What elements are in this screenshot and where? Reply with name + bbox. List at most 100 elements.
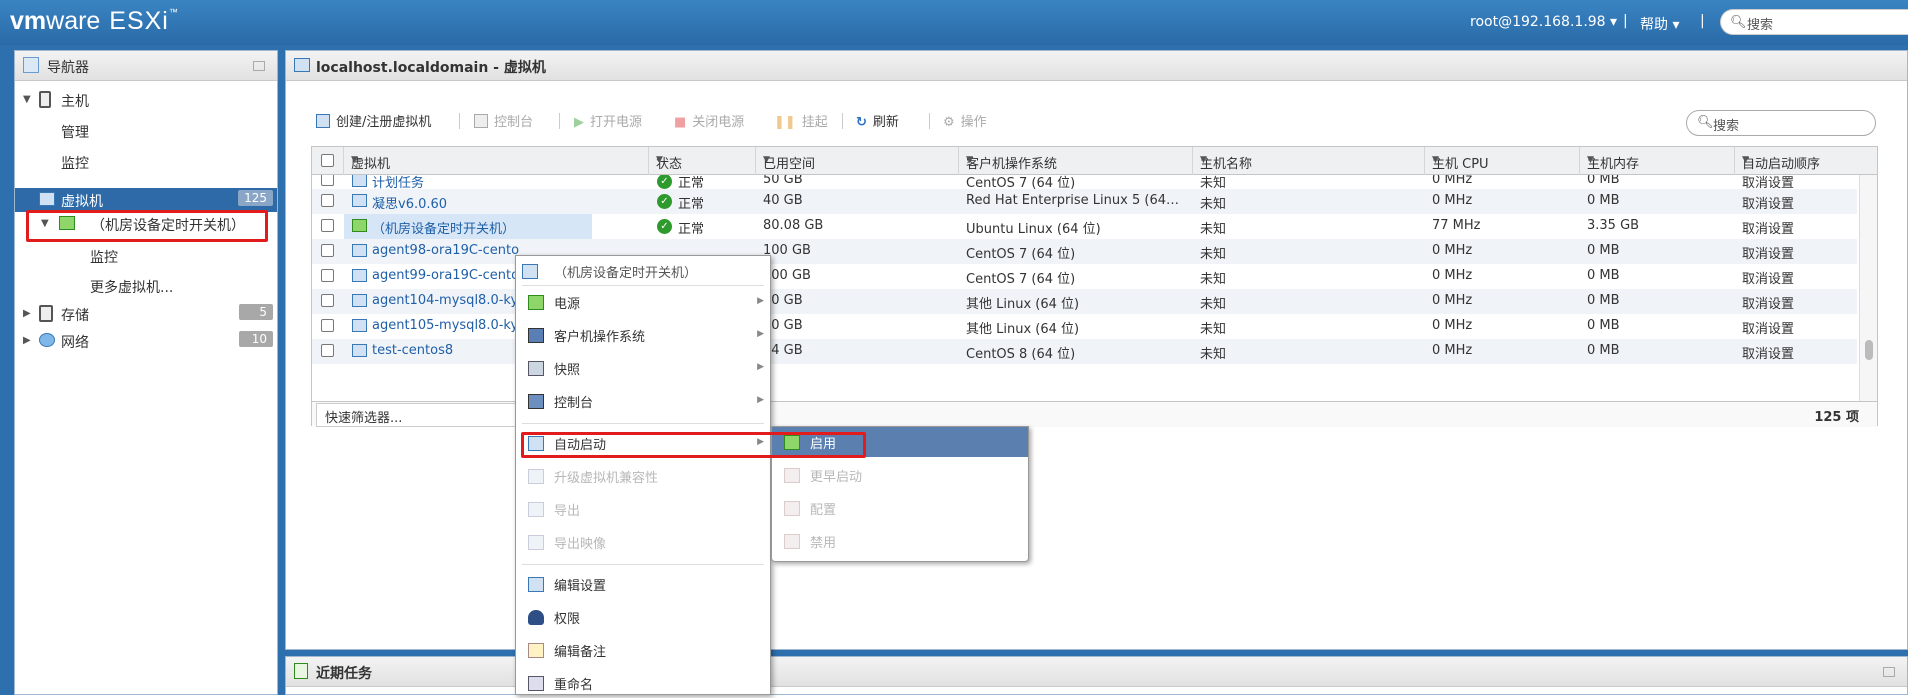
tasks-icon [294, 663, 308, 679]
rename-icon [528, 676, 544, 691]
vm-icon [352, 294, 367, 307]
nav-item-network[interactable]: ▶ 网络 10 [15, 329, 277, 353]
nav-item-host[interactable]: ▼ 主机 [15, 88, 277, 112]
vm-icon [352, 175, 367, 187]
search-icon: 🔍︎ [1730, 15, 1747, 30]
refresh-button[interactable]: ↻ 刷新 [856, 111, 899, 130]
select-all-column [312, 147, 344, 175]
expand-icon[interactable]: ▶ [23, 308, 31, 319]
column-header-hostname[interactable]: 主机名称 ▼ [1193, 147, 1425, 175]
help-menu[interactable]: 帮助 ▾ [1640, 14, 1679, 34]
row-checkbox[interactable] [321, 194, 334, 207]
submenu-item-start-earlier[interactable]: 更早启动 [772, 460, 1028, 490]
export-image-icon [528, 535, 544, 550]
row-checkbox[interactable] [321, 175, 334, 186]
column-header-vm[interactable]: 虚拟机 ▼ [344, 147, 649, 175]
menu-item-export[interactable]: 导出 [516, 494, 770, 524]
nav-item-label: 监控 [90, 250, 118, 266]
nav-item-manage[interactable]: 管理 [15, 119, 277, 143]
menu-item-guest-os[interactable]: 客户机操作系统 ▶ [516, 320, 770, 350]
menu-item-upgrade[interactable]: 升级虚拟机兼容性 [516, 461, 770, 491]
row-checkbox[interactable] [321, 319, 334, 332]
vm-icon [352, 269, 367, 282]
table-row[interactable]: 凝思v6.0.60 ✓ 正常 40 GB Red Hat Enterprise … [312, 189, 1857, 214]
power-off-button[interactable]: ■ 关闭电源 [674, 111, 744, 130]
create-vm-button[interactable]: 创建/注册虚拟机 [316, 111, 431, 130]
column-header-memory[interactable]: 主机内存 ▼ [1580, 147, 1735, 175]
check-icon: ✓ [657, 219, 672, 234]
chevron-down-icon[interactable]: ▼ [763, 155, 950, 165]
vm-search-input[interactable]: 🔍︎ 搜索 [1686, 110, 1876, 136]
guest-os-icon [528, 328, 544, 343]
chevron-down-icon[interactable]: ▼ [1200, 155, 1416, 165]
expand-icon[interactable]: ▶ [23, 335, 31, 346]
expand-icon[interactable]: ▼ [23, 94, 31, 105]
menu-divider [522, 423, 764, 424]
vm-icon [522, 264, 538, 279]
submenu-item-disable[interactable]: 禁用 [772, 526, 1028, 556]
configure-icon [784, 501, 800, 516]
row-checkbox[interactable] [321, 244, 334, 257]
power-on-button[interactable]: ▶ 打开电源 [574, 111, 642, 130]
column-header-autostart[interactable]: 自动启动顺序 ▼ [1735, 147, 1877, 175]
chevron-down-icon[interactable]: ▼ [656, 155, 747, 165]
row-checkbox[interactable] [321, 219, 334, 232]
row-checkbox[interactable] [321, 294, 334, 307]
nav-item-more-vms[interactable]: 更多虚拟机... [15, 274, 277, 298]
nav-item-storage[interactable]: ▶ 存储 5 [15, 302, 277, 326]
vmware-logo: vmware ESXi™ [10, 7, 178, 35]
menu-item-console[interactable]: 控制台 ▶ [516, 386, 770, 416]
user-menu[interactable]: root@192.168.1.98 ▾ [1470, 14, 1617, 30]
chevron-down-icon[interactable]: ▼ [1432, 155, 1571, 165]
navigator-panel: 导航器 ▼ 主机 管理 监控 虚拟机 125 ▼ （机房设备定时开关机） 监控 … [14, 50, 278, 695]
quick-filter-dropdown[interactable]: 快速筛选器... [316, 403, 516, 427]
nav-item-vm-monitor[interactable]: 监控 [15, 244, 277, 268]
panel-header: localhost.localdomain - 虚拟机 [286, 51, 1907, 81]
column-header-cpu[interactable]: 主机 CPU ▼ [1425, 147, 1580, 175]
chevron-down-icon[interactable]: ▼ [966, 155, 1184, 165]
notes-icon [528, 643, 544, 658]
chevron-down-icon[interactable]: ▼ [351, 155, 640, 165]
nav-item-monitor[interactable]: 监控 [15, 150, 277, 174]
chevron-down-icon[interactable]: ▼ [1742, 155, 1869, 165]
vm-icon [39, 192, 55, 206]
nav-item-label: 网络 [61, 335, 89, 351]
column-header-os[interactable]: 客户机操作系统 ▼ [959, 147, 1193, 175]
suspend-button[interactable]: ❚❚ 挂起 [774, 111, 828, 130]
nav-item-label: 存储 [61, 308, 89, 324]
vm-icon [352, 319, 367, 332]
minimize-icon[interactable] [253, 61, 265, 71]
vm-icon [294, 58, 310, 72]
refresh-icon: ↻ [856, 115, 867, 130]
menu-item-export-image[interactable]: 导出映像 [516, 527, 770, 557]
chevron-right-icon: ▶ [757, 395, 764, 405]
row-checkbox[interactable] [321, 269, 334, 282]
host-icon [39, 91, 51, 108]
search-placeholder: 搜索 [1713, 119, 1740, 134]
submenu-item-configure[interactable]: 配置 [772, 493, 1028, 523]
menu-item-edit-settings[interactable]: 编辑设置 [516, 569, 770, 599]
menu-item-permissions[interactable]: 权限 [516, 602, 770, 632]
menu-item-snapshot[interactable]: 快照 ▶ [516, 353, 770, 383]
menu-item-rename[interactable]: 重命名 [516, 668, 770, 698]
menu-item-power[interactable]: 电源 ▶ [516, 287, 770, 317]
scrollbar-thumb[interactable] [1865, 340, 1873, 360]
table-row[interactable]: 计划任务 ✓ 正常 50 GB CentOS 7 (64 位) 未知 0 MHz… [312, 175, 1857, 189]
chevron-down-icon[interactable]: ▼ [1587, 155, 1726, 165]
console-button[interactable]: 控制台 [474, 111, 533, 130]
search-icon: 🔍︎ [1697, 115, 1714, 130]
console-icon [474, 114, 488, 128]
column-header-space[interactable]: 已用空间 ▼ [756, 147, 959, 175]
search-input[interactable]: 🔍︎ 搜索 [1720, 9, 1908, 35]
select-all-checkbox[interactable] [321, 154, 334, 167]
menu-divider [522, 564, 764, 565]
actions-button[interactable]: ⚙ 操作 [943, 111, 987, 130]
nav-item-vms[interactable]: 虚拟机 125 [15, 188, 277, 212]
table-row-selected[interactable]: （机房设备定时开关机） ✓ 正常 80.08 GB Ubuntu Linux (… [312, 214, 1857, 239]
row-checkbox[interactable] [321, 344, 334, 357]
vertical-scrollbar[interactable] [1859, 175, 1877, 401]
menu-item-edit-notes[interactable]: 编辑备注 [516, 635, 770, 665]
user-icon [528, 610, 544, 625]
minimize-icon[interactable] [1883, 667, 1895, 677]
column-header-status[interactable]: 状态 ▼ [649, 147, 756, 175]
